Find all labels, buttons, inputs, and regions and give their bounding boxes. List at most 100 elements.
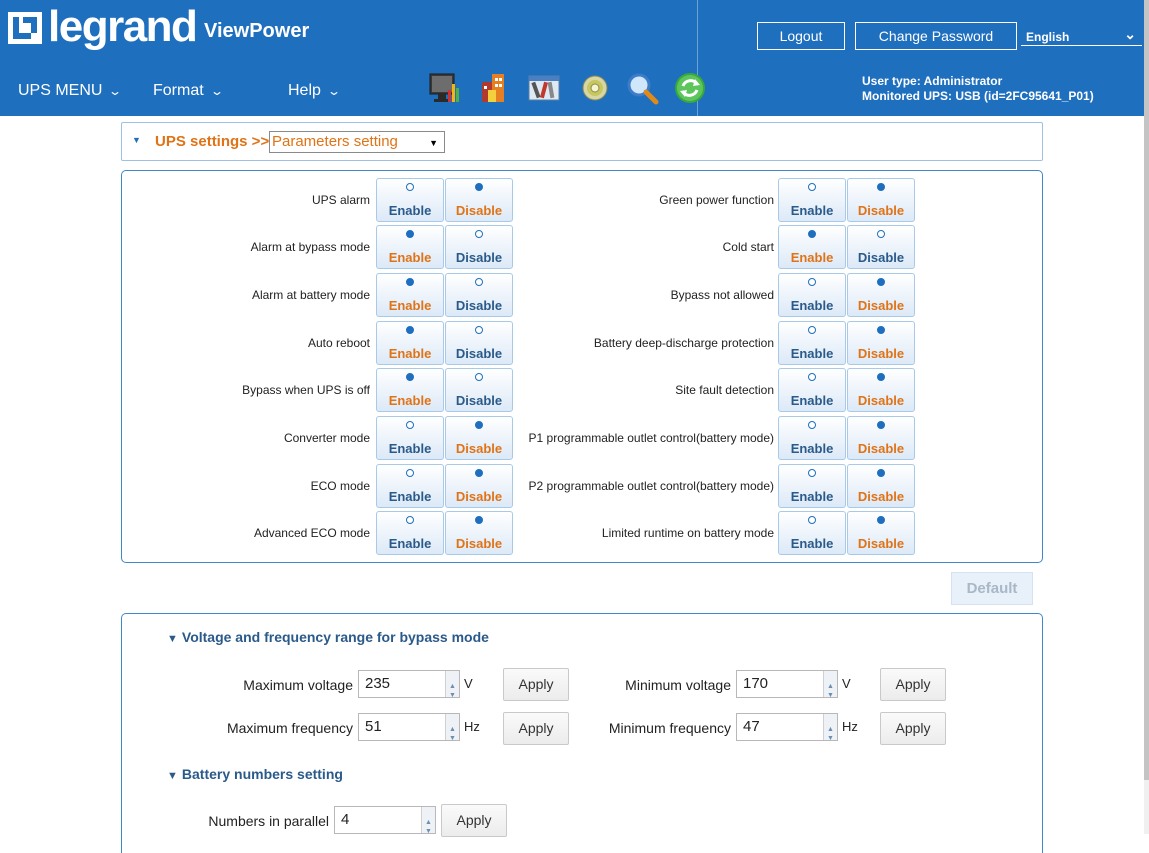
menu-ups[interactable]: UPS MENU ⌄ bbox=[18, 82, 123, 100]
numbers-in-parallel-input[interactable]: 4 ▲ ▼ bbox=[334, 806, 436, 835]
battery-section-title[interactable]: ▼ Battery numbers setting bbox=[167, 766, 343, 782]
menu-help[interactable]: Help ⌄ bbox=[288, 82, 341, 100]
enable-option[interactable]: Enable bbox=[778, 273, 846, 317]
apply-battery-button[interactable]: Apply bbox=[441, 804, 507, 837]
radio-icon bbox=[877, 373, 885, 381]
disable-option[interactable]: Disable bbox=[445, 273, 513, 317]
spin-down-icon[interactable]: ▼ bbox=[425, 819, 432, 845]
disable-option[interactable]: Disable bbox=[847, 178, 915, 222]
enable-option[interactable]: Enable bbox=[376, 464, 444, 508]
radio-icon bbox=[475, 373, 483, 381]
enable-option[interactable]: Enable bbox=[778, 368, 846, 412]
spinner[interactable]: ▲ ▼ bbox=[823, 671, 837, 699]
gear-disc-icon[interactable] bbox=[578, 68, 612, 106]
buildings-icon[interactable] bbox=[478, 68, 512, 106]
radio-icon bbox=[406, 278, 414, 286]
enable-disable-toggle: Enable Disable bbox=[778, 225, 916, 269]
enable-disable-toggle: Enable Disable bbox=[376, 511, 514, 555]
min-voltage-input[interactable]: 170 ▲ ▼ bbox=[736, 670, 838, 699]
bypass-section-title[interactable]: ▼ Voltage and frequency range for bypass … bbox=[167, 629, 489, 645]
max-frequency-input[interactable]: 51 ▲ ▼ bbox=[358, 713, 460, 742]
apply-min-voltage-button[interactable]: Apply bbox=[880, 668, 946, 701]
section-title: UPS settings >> bbox=[155, 133, 270, 150]
max-voltage-input[interactable]: 235 ▲ ▼ bbox=[358, 670, 460, 699]
default-button[interactable]: Default bbox=[951, 572, 1033, 605]
apply-max-frequency-button[interactable]: Apply bbox=[503, 712, 569, 745]
ups-settings-title-bar: ▼ UPS settings >> Parameters setting ▼ bbox=[121, 122, 1043, 161]
apply-max-voltage-button[interactable]: Apply bbox=[503, 668, 569, 701]
disable-option[interactable]: Disable bbox=[847, 321, 915, 365]
enable-option[interactable]: Enable bbox=[778, 178, 846, 222]
enable-option[interactable]: Enable bbox=[376, 225, 444, 269]
apply-min-frequency-button[interactable]: Apply bbox=[880, 712, 946, 745]
enable-option[interactable]: Enable bbox=[778, 464, 846, 508]
spinner[interactable]: ▲ ▼ bbox=[445, 714, 459, 742]
settings-page-select[interactable]: Parameters setting ▼ bbox=[269, 131, 445, 153]
disable-label: Disable bbox=[455, 489, 503, 504]
enable-option[interactable]: Enable bbox=[376, 321, 444, 365]
spin-down-icon[interactable]: ▼ bbox=[449, 726, 456, 752]
monitor-chart-icon[interactable] bbox=[428, 68, 462, 106]
spinner[interactable]: ▲ ▼ bbox=[445, 671, 459, 699]
enable-disable-toggle: Enable Disable bbox=[376, 368, 514, 412]
radio-icon bbox=[877, 421, 885, 429]
enable-option[interactable]: Enable bbox=[376, 416, 444, 460]
enable-label: Enable bbox=[790, 346, 834, 361]
refresh-icon[interactable] bbox=[673, 68, 707, 106]
enable-option[interactable]: Enable bbox=[778, 321, 846, 365]
tools-icon[interactable] bbox=[527, 68, 561, 106]
enable-option[interactable]: Enable bbox=[778, 416, 846, 460]
spin-down-icon[interactable]: ▼ bbox=[449, 683, 456, 709]
disable-label: Disable bbox=[857, 298, 905, 313]
legrand-logo-icon bbox=[8, 12, 42, 44]
chevron-down-icon: ⌄ bbox=[209, 84, 224, 98]
setting-label: Auto reboot bbox=[307, 336, 370, 350]
disable-label: Disable bbox=[857, 393, 905, 408]
setting-label: Battery deep-discharge protection bbox=[593, 336, 774, 350]
spinner[interactable]: ▲ ▼ bbox=[823, 714, 837, 742]
magnifier-icon[interactable] bbox=[625, 68, 659, 106]
disable-option[interactable]: Disable bbox=[445, 416, 513, 460]
enable-disable-toggle: Enable Disable bbox=[376, 178, 514, 222]
scrollbar-thumb[interactable] bbox=[1144, 0, 1149, 780]
enable-label: Enable bbox=[790, 250, 834, 265]
user-type: User type: Administrator bbox=[862, 74, 1003, 88]
radio-icon bbox=[808, 373, 816, 381]
setting-label: Bypass when UPS is off bbox=[242, 383, 370, 397]
collapse-arrow-icon[interactable]: ▼ bbox=[132, 135, 141, 145]
enable-option[interactable]: Enable bbox=[376, 511, 444, 555]
spin-down-icon[interactable]: ▼ bbox=[827, 683, 834, 709]
spinner[interactable]: ▲ ▼ bbox=[421, 807, 435, 835]
menu-format[interactable]: Format ⌄ bbox=[153, 82, 224, 100]
enable-option[interactable]: Enable bbox=[376, 273, 444, 317]
change-password-button[interactable]: Change Password bbox=[855, 22, 1017, 50]
setting-label: Converter mode bbox=[283, 431, 370, 445]
disable-option[interactable]: Disable bbox=[445, 178, 513, 222]
radio-icon bbox=[808, 183, 816, 191]
disable-option[interactable]: Disable bbox=[847, 273, 915, 317]
enable-option[interactable]: Enable bbox=[778, 225, 846, 269]
disable-option[interactable]: Disable bbox=[847, 464, 915, 508]
enable-option[interactable]: Enable bbox=[376, 368, 444, 412]
disable-option[interactable]: Disable bbox=[847, 416, 915, 460]
setting-label: Alarm at bypass mode bbox=[250, 240, 370, 254]
disable-option[interactable]: Disable bbox=[445, 511, 513, 555]
disable-option[interactable]: Disable bbox=[847, 511, 915, 555]
disable-option[interactable]: Disable bbox=[445, 225, 513, 269]
min-frequency-input[interactable]: 47 ▲ ▼ bbox=[736, 713, 838, 742]
disable-option[interactable]: Disable bbox=[445, 464, 513, 508]
enable-option[interactable]: Enable bbox=[778, 511, 846, 555]
radio-icon bbox=[877, 326, 885, 334]
disable-option[interactable]: Disable bbox=[445, 321, 513, 365]
language-value: English bbox=[1026, 30, 1070, 44]
disable-option[interactable]: Disable bbox=[847, 225, 915, 269]
radio-icon bbox=[475, 421, 483, 429]
logout-button[interactable]: Logout bbox=[757, 22, 845, 50]
brand-logo-text: legrand bbox=[48, 2, 198, 51]
enable-option[interactable]: Enable bbox=[376, 178, 444, 222]
disable-option[interactable]: Disable bbox=[847, 368, 915, 412]
language-select[interactable]: English ⌄ bbox=[1021, 22, 1142, 50]
spin-down-icon[interactable]: ▼ bbox=[827, 726, 834, 752]
radio-icon bbox=[877, 516, 885, 524]
disable-option[interactable]: Disable bbox=[445, 368, 513, 412]
